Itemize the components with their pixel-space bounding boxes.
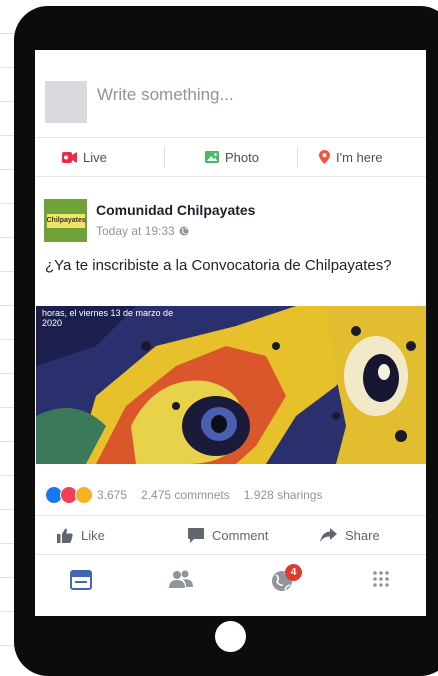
like-button[interactable]: Like	[57, 516, 105, 554]
video-camera-icon	[62, 151, 77, 163]
live-label: Live	[83, 149, 107, 165]
notification-badge: 4	[285, 564, 302, 581]
menu-grid-icon[interactable]	[372, 570, 394, 592]
comment-icon	[188, 527, 204, 543]
post-composer[interactable]: Write something...	[35, 71, 426, 137]
news-feed-icon[interactable]	[70, 570, 92, 592]
tablet-screen: Write something... Live Photo I'm here C…	[35, 50, 426, 616]
painting-artwork	[36, 306, 426, 464]
post-text: ¿Ya te inscribiste a la Convocatoria de …	[45, 257, 392, 274]
image-caption-line: horas, el viernes 13 de marzo de	[42, 308, 174, 318]
wow-reaction-icon	[75, 486, 93, 504]
actions-divider	[164, 146, 165, 168]
share-label: Share	[345, 527, 380, 543]
image-caption-line: 2020	[42, 318, 63, 328]
reactions-count: 3.675	[97, 488, 128, 502]
page-name[interactable]: Comunidad Chilpayates	[96, 202, 255, 218]
reaction-icons	[45, 486, 93, 504]
im-here-label: I'm here	[336, 149, 383, 165]
post-time-text: Today at 19:33	[96, 224, 175, 238]
share-button[interactable]: Share	[320, 516, 380, 554]
comment-label: Comment	[212, 527, 269, 543]
actions-divider	[297, 146, 298, 168]
page-avatar[interactable]: Chilpayates	[44, 199, 87, 242]
location-pin-icon	[319, 150, 330, 164]
post-image[interactable]: horas, el viernes 13 de marzo de 2020	[36, 306, 426, 464]
user-avatar	[45, 81, 87, 123]
composer-actions: Live Photo I'm here	[35, 137, 426, 177]
post-timestamp[interactable]: Today at 19:33	[96, 224, 189, 238]
home-button[interactable]	[215, 621, 246, 652]
comments-count[interactable]: 2.475 commnets	[141, 488, 230, 502]
shares-count[interactable]: 1.928 sharings	[244, 488, 323, 502]
photo-button[interactable]: Photo	[205, 138, 259, 176]
comment-button[interactable]: Comment	[188, 516, 268, 554]
page-avatar-logo: Chilpayates	[46, 213, 86, 228]
like-label: Like	[81, 527, 105, 543]
share-arrow-icon	[320, 528, 337, 542]
im-here-button[interactable]: I'm here	[319, 138, 383, 176]
post-actions: Like Comment Share	[35, 515, 426, 555]
bottom-navigation: 4	[35, 558, 426, 604]
globe-icon	[179, 226, 189, 236]
photo-label: Photo	[225, 149, 259, 165]
live-button[interactable]: Live	[62, 138, 107, 176]
image-caption: horas, el viernes 13 de marzo de 2020	[42, 308, 173, 328]
composer-placeholder[interactable]: Write something...	[97, 85, 234, 105]
notifications-globe-icon[interactable]: 4	[271, 564, 302, 592]
photo-icon	[205, 151, 219, 163]
thumbs-up-icon	[57, 528, 73, 543]
friends-icon[interactable]	[169, 570, 193, 592]
reactions-summary[interactable]: 3.675 2.475 commnets 1.928 sharings	[45, 486, 322, 504]
